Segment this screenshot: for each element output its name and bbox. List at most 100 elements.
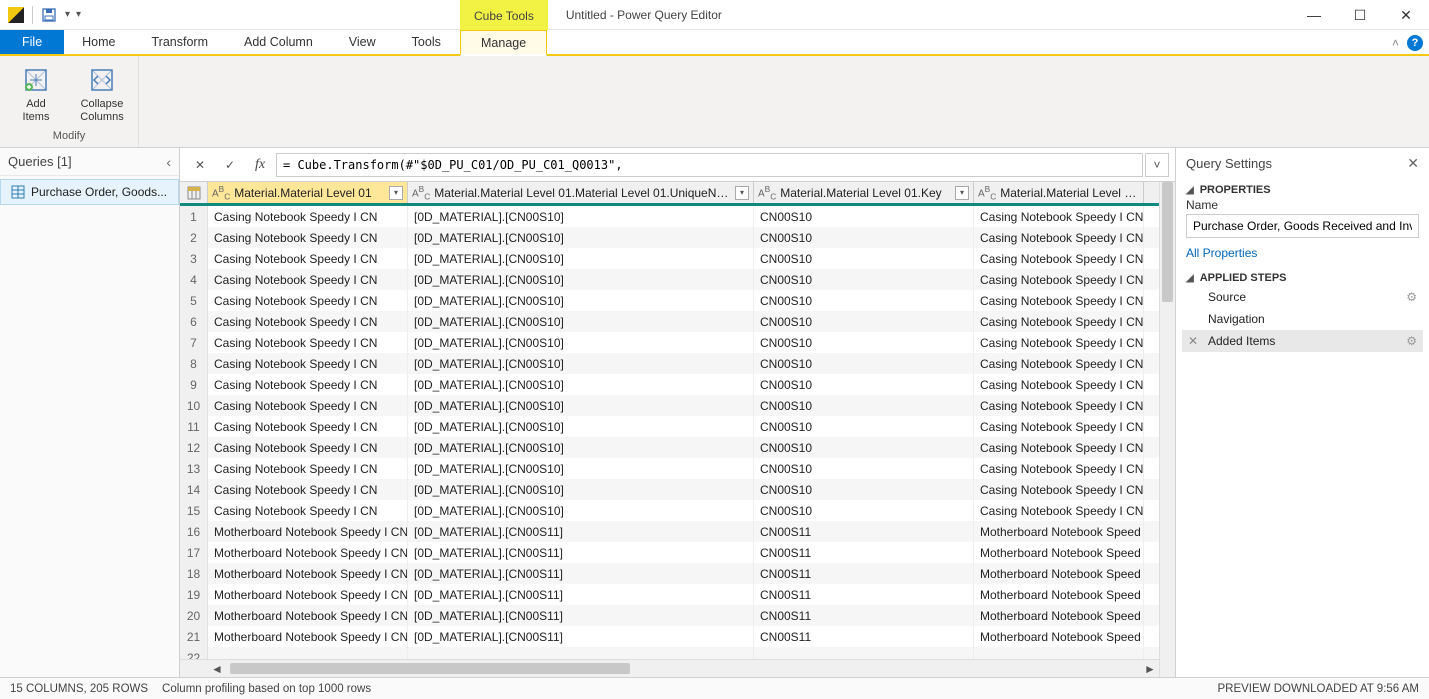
cell[interactable]: CN00S10 <box>754 248 974 269</box>
cell[interactable]: Casing Notebook Speedy I CN <box>208 416 408 437</box>
table-row[interactable]: 7Casing Notebook Speedy I CN[0D_MATERIAL… <box>180 332 1159 353</box>
gear-icon[interactable]: ⚙ <box>1406 334 1417 348</box>
cell[interactable] <box>754 647 974 659</box>
cell[interactable]: Casing Notebook Speedy I CN <box>974 500 1144 521</box>
cell[interactable]: CN00S10 <box>754 374 974 395</box>
tab-tools[interactable]: Tools <box>394 30 459 54</box>
cell[interactable]: Motherboard Notebook Speed <box>974 542 1144 563</box>
cell[interactable]: [0D_MATERIAL].[CN00S11] <box>408 605 754 626</box>
cell[interactable]: Motherboard Notebook Speed <box>974 605 1144 626</box>
cell[interactable]: [0D_MATERIAL].[CN00S10] <box>408 332 754 353</box>
table-row[interactable]: 19Motherboard Notebook Speedy I CN[0D_MA… <box>180 584 1159 605</box>
cell[interactable]: Casing Notebook Speedy I CN <box>208 374 408 395</box>
properties-section-title[interactable]: ◢ PROPERTIES <box>1176 178 1429 198</box>
cell[interactable]: [0D_MATERIAL].[CN00S11] <box>408 542 754 563</box>
tab-add-column[interactable]: Add Column <box>226 30 331 54</box>
qat-customize-dropdown-icon[interactable]: ▾ <box>63 7 72 22</box>
row-index[interactable]: 11 <box>180 416 208 437</box>
cell[interactable]: CN00S10 <box>754 206 974 227</box>
minimize-button[interactable]: — <box>1291 0 1337 30</box>
cell[interactable]: Casing Notebook Speedy I CN <box>974 458 1144 479</box>
column-header-1[interactable]: ABC Material.Material Level 01 ▾ <box>208 182 408 203</box>
cell[interactable]: Casing Notebook Speedy I CN <box>974 353 1144 374</box>
cell[interactable]: Motherboard Notebook Speedy I CN <box>208 563 408 584</box>
table-row[interactable]: 18Motherboard Notebook Speedy I CN[0D_MA… <box>180 563 1159 584</box>
cell[interactable]: CN00S10 <box>754 395 974 416</box>
row-index[interactable]: 17 <box>180 542 208 563</box>
collapse-columns-button[interactable]: CollapseColumns <box>76 64 128 124</box>
cell[interactable]: Motherboard Notebook Speed <box>974 584 1144 605</box>
table-row[interactable]: 2Casing Notebook Speedy I CN[0D_MATERIAL… <box>180 227 1159 248</box>
cell[interactable]: Casing Notebook Speedy I CN <box>974 269 1144 290</box>
row-index[interactable]: 13 <box>180 458 208 479</box>
row-index[interactable]: 12 <box>180 437 208 458</box>
queries-collapse-icon[interactable]: ‹ <box>166 154 171 170</box>
cell[interactable]: Motherboard Notebook Speed <box>974 521 1144 542</box>
cell[interactable]: Casing Notebook Speedy I CN <box>974 374 1144 395</box>
delete-step-icon[interactable]: ✕ <box>1188 334 1198 348</box>
cell[interactable]: Casing Notebook Speedy I CN <box>208 500 408 521</box>
row-index[interactable]: 10 <box>180 395 208 416</box>
cell[interactable]: Motherboard Notebook Speedy I CN <box>208 605 408 626</box>
cell[interactable]: CN00S10 <box>754 479 974 500</box>
scroll-right-icon[interactable]: ► <box>1141 660 1159 678</box>
close-button[interactable]: ✕ <box>1383 0 1429 30</box>
row-index[interactable]: 7 <box>180 332 208 353</box>
cell[interactable]: Casing Notebook Speedy I CN <box>974 227 1144 248</box>
cell[interactable]: Casing Notebook Speedy I CN <box>208 227 408 248</box>
cell[interactable]: CN00S10 <box>754 458 974 479</box>
row-index[interactable]: 16 <box>180 521 208 542</box>
h-scroll-thumb[interactable] <box>230 663 630 674</box>
cell[interactable]: Motherboard Notebook Speedy I CN <box>208 626 408 647</box>
formula-expand-icon[interactable]: ˅ <box>1145 153 1169 177</box>
status-profiling[interactable]: Column profiling based on top 1000 rows <box>162 683 371 695</box>
grid-body[interactable]: 1Casing Notebook Speedy I CN[0D_MATERIAL… <box>180 206 1159 659</box>
formula-fx-icon[interactable]: fx <box>246 153 274 177</box>
row-index[interactable]: 2 <box>180 227 208 248</box>
tab-home[interactable]: Home <box>64 30 133 54</box>
v-scroll-thumb[interactable] <box>1162 182 1173 302</box>
cell[interactable]: Casing Notebook Speedy I CN <box>208 206 408 227</box>
cell[interactable]: CN00S10 <box>754 332 974 353</box>
formula-cancel-icon[interactable]: ✕ <box>186 153 214 177</box>
cell[interactable]: Casing Notebook Speedy I CN <box>974 248 1144 269</box>
cell[interactable] <box>974 647 1144 659</box>
cell[interactable]: [0D_MATERIAL].[CN00S11] <box>408 584 754 605</box>
add-items-button[interactable]: AddItems <box>10 64 62 124</box>
cell[interactable]: [0D_MATERIAL].[CN00S10] <box>408 269 754 290</box>
cell[interactable]: CN00S10 <box>754 437 974 458</box>
step-source[interactable]: Source ⚙ <box>1182 286 1423 308</box>
cell[interactable]: CN00S10 <box>754 500 974 521</box>
cell[interactable]: Casing Notebook Speedy I CN <box>208 248 408 269</box>
cell[interactable]: [0D_MATERIAL].[CN00S10] <box>408 437 754 458</box>
cell[interactable]: [0D_MATERIAL].[CN00S10] <box>408 479 754 500</box>
all-properties-link[interactable]: All Properties <box>1176 240 1429 266</box>
tab-view[interactable]: View <box>331 30 394 54</box>
cell[interactable]: CN00S11 <box>754 521 974 542</box>
cell[interactable]: CN00S11 <box>754 605 974 626</box>
scroll-left-icon[interactable]: ◄ <box>208 660 226 678</box>
cell[interactable]: Motherboard Notebook Speed <box>974 563 1144 584</box>
table-row[interactable]: 6Casing Notebook Speedy I CN[0D_MATERIAL… <box>180 311 1159 332</box>
row-index[interactable]: 20 <box>180 605 208 626</box>
cell[interactable]: Casing Notebook Speedy I CN <box>208 458 408 479</box>
cell[interactable]: [0D_MATERIAL].[CN00S10] <box>408 374 754 395</box>
cell[interactable]: Casing Notebook Speedy I CN <box>208 269 408 290</box>
cell[interactable]: [0D_MATERIAL].[CN00S10] <box>408 290 754 311</box>
cell[interactable]: [0D_MATERIAL].[CN00S11] <box>408 563 754 584</box>
cell[interactable]: CN00S11 <box>754 584 974 605</box>
row-index[interactable]: 8 <box>180 353 208 374</box>
column-header-4[interactable]: ABC Material.Material Level 01.M <box>974 182 1144 203</box>
gear-icon[interactable]: ⚙ <box>1406 290 1417 304</box>
table-row[interactable]: 1Casing Notebook Speedy I CN[0D_MATERIAL… <box>180 206 1159 227</box>
cell[interactable]: Motherboard Notebook Speedy I CN <box>208 542 408 563</box>
row-index[interactable]: 18 <box>180 563 208 584</box>
cell[interactable]: Casing Notebook Speedy I CN <box>974 206 1144 227</box>
table-row[interactable]: 16Motherboard Notebook Speedy I CN[0D_MA… <box>180 521 1159 542</box>
table-row[interactable]: 20Motherboard Notebook Speedy I CN[0D_MA… <box>180 605 1159 626</box>
table-row[interactable]: 22 <box>180 647 1159 659</box>
column-header-3[interactable]: ABC Material.Material Level 01.Key ▾ <box>754 182 974 203</box>
row-index[interactable]: 22 <box>180 647 208 659</box>
cell[interactable]: Motherboard Notebook Speed <box>974 626 1144 647</box>
cell[interactable]: Casing Notebook Speedy I CN <box>208 437 408 458</box>
